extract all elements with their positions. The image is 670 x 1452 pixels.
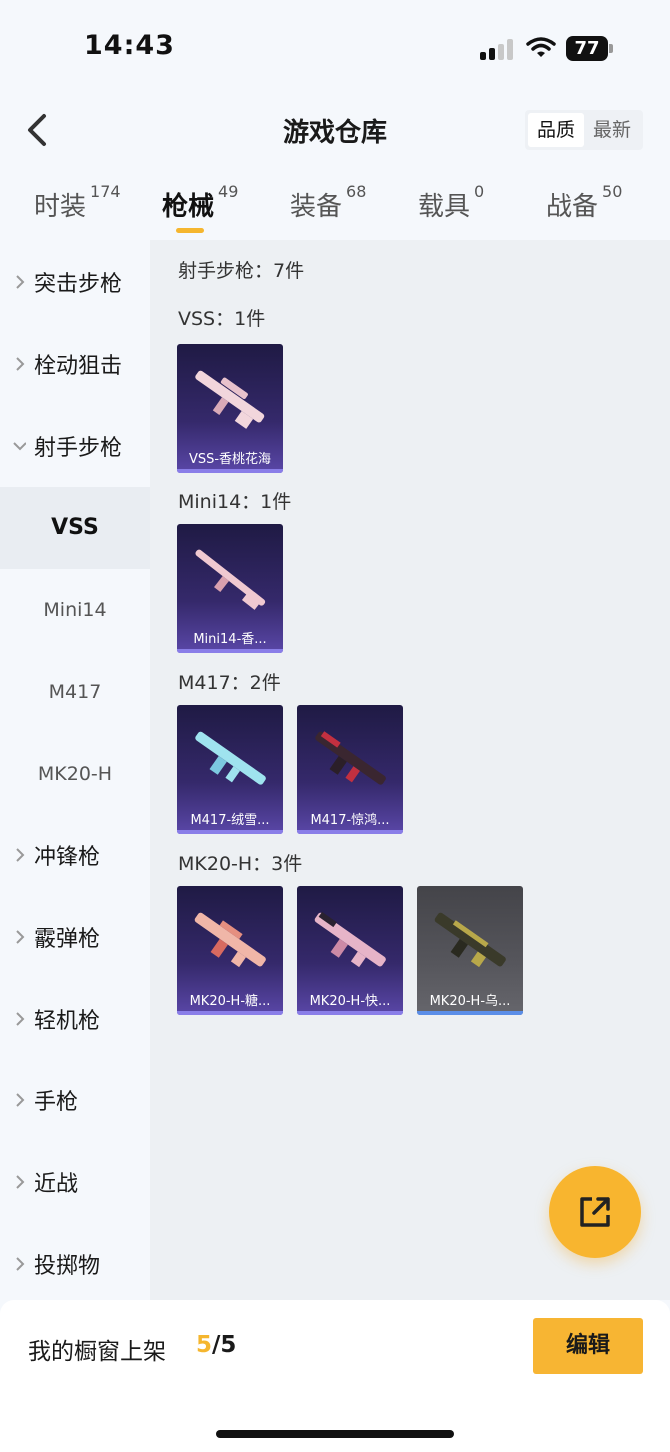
category-tabs: 时装174 枪械49 装备68 载具0 战备50 <box>0 178 670 240</box>
sidebar-sub-mk20h[interactable]: MK20-H <box>0 733 150 815</box>
showcase-count-max: 5 <box>220 1332 237 1358</box>
section-heading-m417: M417：2件 <box>178 672 281 694</box>
chevron-right-icon <box>16 357 25 371</box>
sidebar-item-lmg[interactable]: 轻机枪 <box>0 979 150 1061</box>
weapon-card[interactable]: MK20-H-糖... <box>177 886 283 1015</box>
weapon-card-name: MK20-H-快... <box>309 994 391 1009</box>
showcase-count: 5/5 <box>196 1332 236 1358</box>
tab-label: 载具 <box>418 192 471 222</box>
sidebar-item-throwables[interactable]: 投掷物 <box>0 1224 150 1306</box>
sidebar-item-label: 轻机枪 <box>34 1009 101 1034</box>
showcase-footer: 我的橱窗上架 5/5 编辑 <box>0 1300 670 1452</box>
chevron-right-icon <box>16 1257 25 1271</box>
weapon-card[interactable]: VSS-香桃花海 <box>177 344 283 473</box>
sidebar-item-label: 投掷物 <box>34 1254 101 1279</box>
sidebar-item-label: 射手步枪 <box>34 436 123 461</box>
sort-quality-button[interactable]: 品质 <box>528 113 584 147</box>
tab-count: 0 <box>474 182 485 201</box>
tab-label: 时装 <box>34 192 87 222</box>
weapon-card-name: Mini14-香... <box>193 632 267 647</box>
sort-newest-button[interactable]: 最新 <box>584 113 640 147</box>
weapon-card-name: M417-绒雪... <box>190 813 270 828</box>
sidebar-item-shotgun[interactable]: 霰弹枪 <box>0 897 150 979</box>
sidebar-item-bolt-sniper[interactable]: 栓动狙击 <box>0 324 150 406</box>
chevron-right-icon <box>16 1012 25 1026</box>
battery-level: 77 <box>566 36 608 61</box>
sidebar-item-assault-rifle[interactable]: 突击步枪 <box>0 242 150 324</box>
sidebar-item-label: 栓动狙击 <box>34 354 123 379</box>
tab-label: 战备 <box>546 192 599 222</box>
weapon-card-name: VSS-香桃花海 <box>188 452 272 467</box>
gun-skin-icon <box>195 370 265 429</box>
category-heading: 射手步枪：7件 <box>178 260 305 282</box>
showcase-label: 我的橱窗上架 <box>28 1339 166 1365</box>
tab-supplies[interactable]: 战备50 <box>546 182 622 223</box>
tab-count: 49 <box>218 182 239 201</box>
sidebar-item-dmr[interactable]: 射手步枪 <box>0 406 150 488</box>
signal-icon <box>480 38 516 60</box>
section-heading-vss: VSS：1件 <box>178 308 266 330</box>
status-time: 14:43 <box>84 30 175 61</box>
gun-skin-icon <box>194 912 266 968</box>
share-fab-button[interactable] <box>549 1166 641 1258</box>
sidebar-sub-vss[interactable]: VSS <box>0 487 150 569</box>
weapon-card[interactable]: M417-惊鸿... <box>297 705 403 834</box>
active-tab-indicator <box>176 228 204 233</box>
chevron-right-icon <box>16 275 25 289</box>
chevron-right-icon <box>16 848 25 862</box>
edit-button[interactable]: 编辑 <box>533 1318 643 1374</box>
weapon-card-name: MK20-H-糖... <box>189 994 271 1009</box>
sort-toggle: 品质 最新 <box>525 110 643 150</box>
showcase-count-current: 5 <box>196 1332 213 1358</box>
content-panel: 射手步枪：7件 VSS：1件 VSS-香桃花海 Mini14：1件 Mini14… <box>150 240 670 1300</box>
weapon-card[interactable]: MK20-H-快... <box>297 886 403 1015</box>
share-edit-icon <box>580 1197 610 1227</box>
sidebar: 突击步枪 栓动狙击 射手步枪 VSS Mini14 M417 MK20-H 冲锋… <box>0 240 150 1300</box>
sidebar-sub-m417[interactable]: M417 <box>0 651 150 733</box>
tab-label: 枪械 <box>162 192 215 222</box>
tab-vehicles[interactable]: 载具0 <box>418 182 484 223</box>
weapon-card-name: MK20-H-乌... <box>429 994 511 1009</box>
tab-count: 68 <box>346 182 367 201</box>
gun-skin-icon <box>434 912 506 968</box>
weapon-card[interactable]: M417-绒雪... <box>177 705 283 834</box>
tab-equipment[interactable]: 装备68 <box>290 182 366 223</box>
chevron-down-icon <box>13 442 26 451</box>
sidebar-item-label: 霰弹枪 <box>34 927 101 952</box>
weapon-card[interactable]: MK20-H-乌... <box>417 886 523 1015</box>
weapon-card[interactable]: Mini14-香... <box>177 524 283 653</box>
tab-count: 174 <box>90 182 121 201</box>
tab-count: 50 <box>602 182 623 201</box>
sidebar-sub-mini14[interactable]: Mini14 <box>0 569 150 651</box>
nav-header: 游戏仓库 品质 最新 <box>0 100 670 160</box>
tab-fashion[interactable]: 时装174 <box>34 182 121 223</box>
chevron-right-icon <box>16 1093 25 1107</box>
tab-guns[interactable]: 枪械49 <box>162 182 238 223</box>
gun-skin-icon <box>195 731 266 785</box>
gun-skin-icon <box>314 911 386 968</box>
chevron-right-icon <box>16 1175 25 1189</box>
sidebar-item-label: 突击步枪 <box>34 272 123 297</box>
sidebar-item-label: 手枪 <box>34 1090 79 1115</box>
sidebar-item-label: 冲锋枪 <box>34 845 101 870</box>
home-indicator <box>216 1430 454 1438</box>
chevron-right-icon <box>16 930 25 944</box>
section-heading-mk20h: MK20-H：3件 <box>178 853 303 875</box>
weapon-card-name: M417-惊鸿... <box>310 813 390 828</box>
sidebar-item-melee[interactable]: 近战 <box>0 1142 150 1224</box>
gun-skin-icon <box>195 549 266 610</box>
sidebar-item-pistol[interactable]: 手枪 <box>0 1060 150 1142</box>
gun-skin-icon <box>315 731 386 785</box>
sidebar-item-smg[interactable]: 冲锋枪 <box>0 815 150 897</box>
wifi-icon <box>526 37 556 57</box>
tab-label: 装备 <box>290 192 343 222</box>
section-heading-mini14: Mini14：1件 <box>178 491 292 513</box>
status-bar: 14:43 77 <box>0 0 670 100</box>
battery-icon: 77 <box>566 36 614 61</box>
sidebar-item-label: 近战 <box>34 1172 79 1197</box>
